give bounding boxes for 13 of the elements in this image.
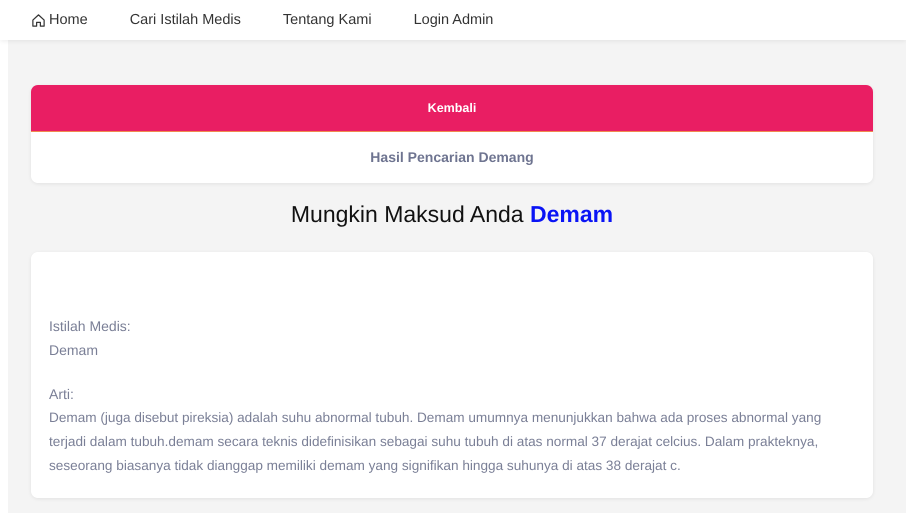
meaning-label: Arti: — [49, 385, 75, 404]
suggestion-text: Mungkin Maksud Anda — [290, 201, 524, 227]
search-result-caption: Hasil Pencarian Demang — [369, 148, 535, 167]
suggestion-link[interactable]: Demam — [530, 201, 614, 227]
home-icon — [31, 12, 46, 28]
home-link[interactable]: Home — [31, 12, 88, 28]
term-value: Demam — [49, 341, 100, 360]
nav-link[interactable]: Login Admin — [414, 12, 494, 28]
term-label: Istilah Medis: — [49, 317, 132, 336]
meaning-text: Demam (juga disebut pireksia) adalah suhu abnormal tubuh. Demam umumnya menunjukkan bahwa ada proses abnormal yang terjadi dalam tubuh.demam secara teknis didefinisikan sebagai suhu tubuh di atas normal 37 derajat celcius. Dalam prakteknya, seseorang biasanya tidak dianggap memiliki demam yang signifikan hingga suhunya di atas 38 derajat c. — [49, 409, 822, 475]
nav-link[interactable]: Tentang Kami — [282, 12, 372, 28]
back-button[interactable]: Kembali — [31, 85, 873, 132]
nav-link[interactable]: Cari Istilah Medis — [130, 12, 241, 28]
